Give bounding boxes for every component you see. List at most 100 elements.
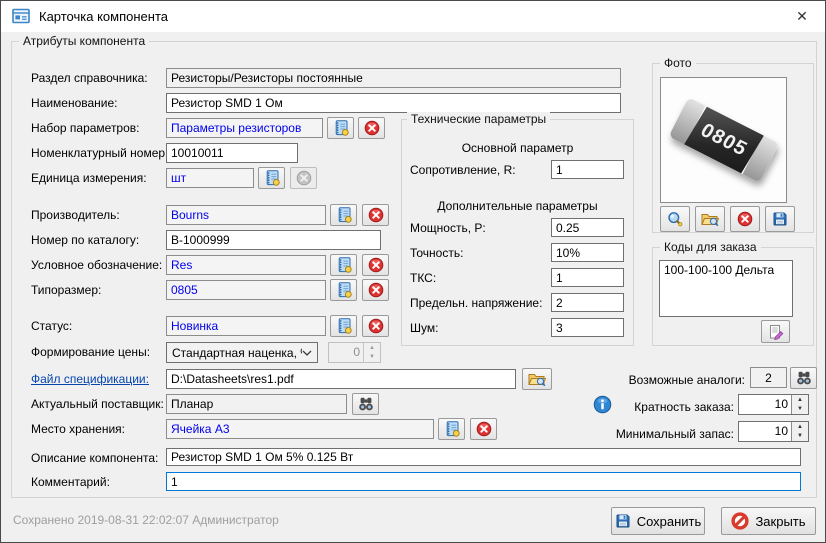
resistance-label: Сопротивление, R: (410, 160, 516, 180)
status-pick-button[interactable] (330, 315, 357, 337)
order-multiplicity-label: Кратность заказа: (611, 397, 734, 417)
reference-book-icon (444, 421, 460, 437)
designation-pick-button[interactable] (330, 254, 357, 276)
pricing-selected-value: Стандартная наценка, % (172, 346, 302, 360)
status-label: Статус: (31, 316, 72, 336)
red-x-icon (368, 282, 384, 298)
unit-field[interactable] (166, 168, 254, 188)
comment-field[interactable] (166, 472, 801, 491)
analogs-search-button[interactable] (790, 367, 817, 389)
spec-file-field[interactable] (166, 369, 516, 389)
close-button[interactable]: Закрыть (721, 507, 816, 535)
spinner-down-icon[interactable]: ▼ (792, 405, 808, 415)
param-set-clear-button[interactable] (358, 117, 385, 139)
analogs-count-field[interactable] (750, 367, 787, 388)
red-x-icon (737, 211, 753, 227)
photo-zoom-button[interactable] (660, 206, 690, 232)
close-button-label: Закрыть (755, 514, 805, 529)
spinner-down-icon: ▼ (364, 353, 380, 363)
spinner-arrows[interactable]: ▲ ▼ (791, 395, 808, 414)
param-set-pick-button[interactable] (327, 117, 354, 139)
description-field[interactable] (166, 448, 801, 466)
storage-clear-button[interactable] (470, 418, 497, 440)
max-voltage-field[interactable] (551, 293, 624, 312)
manufacturer-clear-button[interactable] (362, 204, 389, 226)
package-size-clear-button[interactable] (362, 279, 389, 301)
order-code-item[interactable]: 100-100-100 Дельта (660, 261, 792, 279)
manufacturer-pick-button[interactable] (330, 204, 357, 226)
binoculars-icon (796, 370, 812, 386)
component-photo: 0805 (660, 77, 787, 203)
reference-book-icon (336, 282, 352, 298)
reference-book-icon (336, 207, 352, 223)
designation-label: Условное обозначение: (31, 255, 162, 275)
status-field[interactable] (166, 316, 326, 336)
order-codes-listbox[interactable]: 100-100-100 Дельта (659, 260, 793, 317)
card-icon (12, 8, 30, 24)
package-size-pick-button[interactable] (330, 279, 357, 301)
spinner-up-icon[interactable]: ▲ (792, 422, 808, 432)
storage-field[interactable] (166, 419, 434, 439)
magnifier-icon (667, 211, 683, 227)
supplier-field[interactable] (166, 394, 347, 414)
min-stock-value: 10 (739, 422, 791, 441)
component-card-dialog: Карточка компонента ✕ Атрибуты компонент… (0, 0, 826, 543)
pricing-combobox[interactable]: Стандартная наценка, % (166, 342, 318, 363)
resistance-field[interactable] (551, 160, 624, 179)
edit-page-icon (768, 324, 784, 340)
pricing-label: Формирование цены: (31, 342, 150, 362)
close-icon[interactable]: ✕ (787, 4, 817, 29)
photo-open-button[interactable] (695, 206, 725, 232)
save-button-label: Сохранить (637, 514, 702, 529)
nomenclature-field[interactable] (166, 143, 298, 163)
red-x-icon (368, 207, 384, 223)
order-codes-edit-button[interactable] (761, 320, 790, 343)
unit-pick-button[interactable] (258, 167, 285, 189)
analogs-label: Возможные аналоги: (599, 370, 745, 390)
title-bar: Карточка компонента ✕ (1, 1, 825, 32)
photo-delete-button[interactable] (730, 206, 760, 232)
spec-file-link[interactable]: Файл спецификации: (31, 369, 149, 389)
storage-pick-button[interactable] (438, 418, 465, 440)
designation-clear-button[interactable] (362, 254, 389, 276)
order-multiplicity-spinner[interactable]: 10 ▲ ▼ (738, 394, 809, 415)
catalog-number-label: Номер по каталогу: (31, 230, 139, 250)
save-button[interactable]: Сохранить (611, 507, 705, 535)
package-size-field[interactable] (166, 280, 326, 300)
tolerance-field[interactable] (551, 243, 624, 262)
designation-field[interactable] (166, 255, 326, 275)
noise-field[interactable] (551, 318, 624, 337)
folder-search-icon (701, 211, 719, 227)
info-icon[interactable] (593, 395, 612, 414)
min-stock-spinner[interactable]: 10 ▲ ▼ (738, 421, 809, 442)
manufacturer-field[interactable] (166, 205, 326, 225)
tcr-label: ТКС: (410, 268, 436, 288)
package-size-label: Типоразмер: (31, 280, 101, 300)
min-stock-label: Минимальный запас: (599, 424, 734, 444)
catalog-number-field[interactable] (166, 230, 381, 250)
red-x-icon (476, 421, 492, 437)
spinner-arrows: ▲ ▼ (363, 343, 380, 362)
red-x-icon (368, 257, 384, 273)
saved-status-text: Сохранено 2019-08-31 22:02:07 Администра… (13, 513, 279, 527)
spec-file-browse-button[interactable] (522, 368, 552, 390)
spinner-arrows[interactable]: ▲ ▼ (791, 422, 808, 441)
name-field[interactable] (166, 93, 621, 113)
photo-save-button[interactable] (765, 206, 795, 232)
status-clear-button[interactable] (362, 315, 389, 337)
description-label: Описание компонента: (31, 448, 158, 468)
power-field[interactable] (551, 218, 624, 237)
spinner-down-icon[interactable]: ▼ (792, 432, 808, 442)
param-set-label: Набор параметров: (31, 118, 140, 138)
spinner-up-icon[interactable]: ▲ (792, 395, 808, 405)
smd-resistor-image: 0805 (668, 97, 779, 183)
param-set-field[interactable] (166, 118, 323, 138)
photo-group-title: Фото (660, 56, 696, 70)
tcr-field[interactable] (551, 268, 624, 287)
pricing-markup-value: 0 (329, 343, 363, 362)
section-field[interactable] (166, 68, 621, 88)
chevron-down-icon (302, 350, 312, 356)
tech-params-title: Технические параметры (407, 112, 550, 126)
supplier-search-button[interactable] (352, 393, 379, 415)
prohibition-icon (731, 512, 749, 530)
